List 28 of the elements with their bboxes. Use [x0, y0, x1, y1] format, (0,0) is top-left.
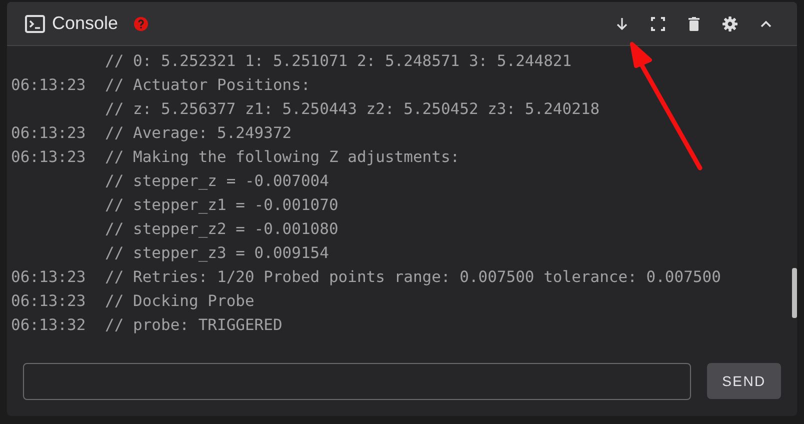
log-message: // probe: TRIGGERED — [105, 315, 282, 336]
log-message: // Average: 5.249372 — [105, 123, 292, 144]
fullscreen-icon[interactable] — [650, 16, 666, 32]
log-timestamp: 06:13:23 — [10, 147, 87, 168]
help-icon[interactable] — [134, 16, 148, 30]
send-button[interactable]: SEND — [707, 363, 781, 399]
log-message: // stepper_z = -0.007004 — [105, 171, 329, 192]
panel-title: Console — [52, 12, 118, 35]
log-timestamp: 06:13:23 — [10, 123, 87, 144]
log-message: // Making the following Z adjustments: — [105, 147, 460, 168]
log-message: // Docking Probe — [105, 291, 254, 312]
log-message: // stepper_z2 = -0.001080 — [105, 219, 338, 240]
log-timestamp: 06:13:23 — [10, 75, 87, 96]
log-message: // stepper_z3 = 0.009154 — [105, 243, 329, 264]
log-timestamp: 06:13:23 — [10, 291, 87, 312]
command-input-field[interactable] — [23, 362, 691, 400]
terminal-icon — [25, 14, 45, 32]
scrollbar-thumb[interactable] — [792, 268, 797, 318]
log-message: // 0: 5.252321 1: 5.251071 2: 5.248571 3: 5.244821 — [105, 51, 572, 72]
log-timestamp: 06:13:32 — [10, 315, 87, 336]
settings-icon[interactable] — [722, 16, 738, 32]
log-timestamp: 06:13:23 — [10, 267, 87, 288]
log-message: // z: 5.256377 z1: 5.250443 z2: 5.250452 z3: 5.240218 — [105, 99, 600, 120]
trash-icon[interactable] — [686, 16, 702, 32]
log-message: // Retries: 1/20 Probed points range: 0.007500 tolerance: 0.007500 — [105, 267, 721, 288]
log-message: // Actuator Positions: — [105, 75, 310, 96]
arrow-down-icon[interactable] — [614, 16, 630, 32]
log-message: // stepper_z1 = -0.001070 — [105, 195, 338, 216]
